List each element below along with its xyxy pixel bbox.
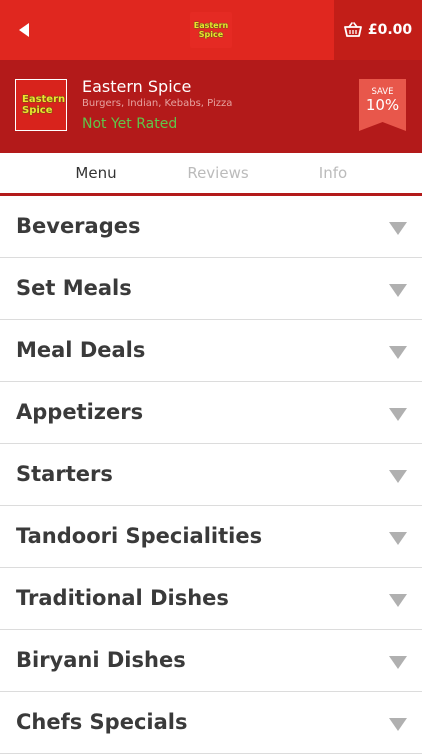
save-badge: SAVE 10% xyxy=(359,79,406,131)
category-label: Meal Deals xyxy=(16,338,146,362)
chevron-down-icon xyxy=(389,470,407,483)
header-logo-text-line2: Spice xyxy=(198,30,224,39)
cart-total: £0.00 xyxy=(367,22,413,38)
tab-menu[interactable]: Menu xyxy=(36,153,156,193)
back-arrow-icon xyxy=(19,23,29,37)
restaurant-info: Eastern Spice Eastern Spice Burgers, Ind… xyxy=(0,60,422,153)
header-logo-text-line1: Eastern xyxy=(193,21,229,30)
restaurant-rating: Not Yet Rated xyxy=(82,116,178,132)
category-appetizers[interactable]: Appetizers xyxy=(0,382,422,444)
category-label: Beverages xyxy=(16,214,141,238)
category-label: Set Meals xyxy=(16,276,132,300)
restaurant-name: Eastern Spice xyxy=(82,77,192,96)
category-label: Biryani Dishes xyxy=(16,648,186,672)
category-label: Appetizers xyxy=(16,400,144,424)
category-set-meals[interactable]: Set Meals xyxy=(0,258,422,320)
chevron-down-icon xyxy=(389,594,407,607)
category-traditional-dishes[interactable]: Traditional Dishes xyxy=(0,568,422,630)
header-logo: Eastern Spice xyxy=(190,12,232,48)
cart-button[interactable]: £0.00 xyxy=(334,0,422,60)
restaurant-cuisines: Burgers, Indian, Kebabs, Pizza xyxy=(82,98,233,109)
tab-reviews[interactable]: Reviews xyxy=(158,153,278,193)
chevron-down-icon xyxy=(389,532,407,545)
back-button[interactable] xyxy=(8,14,40,46)
category-beverages[interactable]: Beverages xyxy=(0,196,422,258)
restaurant-logo-line1: Eastern xyxy=(22,94,66,105)
restaurant-logo: Eastern Spice xyxy=(15,79,67,131)
tab-info[interactable]: Info xyxy=(273,153,393,193)
tab-bar: Menu Reviews Info xyxy=(0,153,422,196)
chevron-down-icon xyxy=(389,656,407,669)
menu-category-list: Beverages Set Meals Meal Deals Appetizer… xyxy=(0,196,422,754)
chevron-down-icon xyxy=(389,346,407,359)
chevron-down-icon xyxy=(389,222,407,235)
chevron-down-icon xyxy=(389,284,407,297)
chevron-down-icon xyxy=(389,718,407,731)
top-bar: Eastern Spice £0.00 xyxy=(0,0,422,60)
category-label: Traditional Dishes xyxy=(16,586,229,610)
category-label: Tandoori Specialities xyxy=(16,524,263,548)
category-label: Starters xyxy=(16,462,113,486)
category-chefs-specials[interactable]: Chefs Specials xyxy=(0,692,422,754)
category-biryani-dishes[interactable]: Biryani Dishes xyxy=(0,630,422,692)
save-percentage: 10% xyxy=(365,96,400,114)
category-label: Chefs Specials xyxy=(16,710,188,734)
category-tandoori-specialities[interactable]: Tandoori Specialities xyxy=(0,506,422,568)
category-starters[interactable]: Starters xyxy=(0,444,422,506)
restaurant-logo-line2: Spice xyxy=(22,105,53,116)
category-meal-deals[interactable]: Meal Deals xyxy=(0,320,422,382)
chevron-down-icon xyxy=(389,408,407,421)
basket-icon xyxy=(343,22,362,37)
